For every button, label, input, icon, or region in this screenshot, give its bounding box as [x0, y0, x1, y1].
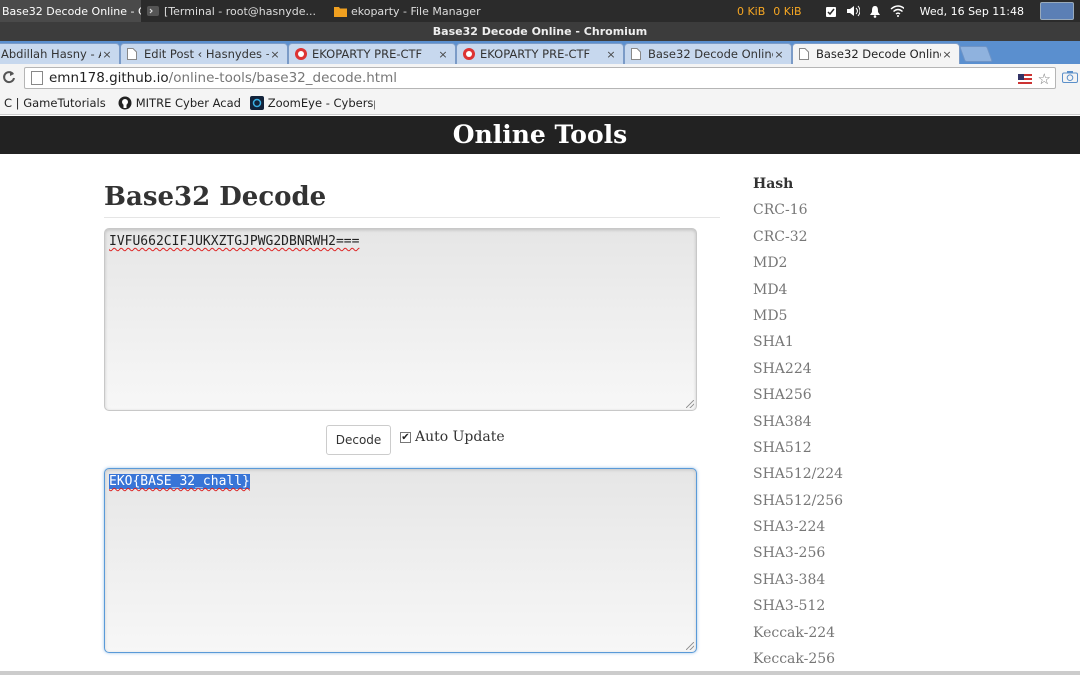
sidebar-item-sha224[interactable]: SHA224 [753, 359, 953, 385]
page-title: Base32 Decode [104, 182, 327, 212]
os-taskbar: Base32 Decode Online - Ch... [Terminal -… [0, 0, 1080, 22]
sidebar-item-sha512-224[interactable]: SHA512/224 [753, 464, 953, 490]
sidebar-item-md2[interactable]: MD2 [753, 253, 953, 279]
sidebar-item-crc-32[interactable]: CRC-32 [753, 227, 953, 253]
tab-ekoparty-1[interactable]: EKOPARTY PRE-CTF × [288, 43, 456, 64]
sidebar-item-sha384[interactable]: SHA384 [753, 412, 953, 438]
auto-update-option[interactable]: ✔ Auto Update [400, 429, 505, 445]
sidebar-heading: Hash [753, 176, 794, 192]
tab-label: EKOPARTY PRE-CTF [312, 47, 423, 61]
url-path: /online-tools/base32_decode.html [168, 70, 397, 86]
sidebar-item-md5[interactable]: MD5 [753, 306, 953, 332]
ekoparty-icon [463, 48, 475, 60]
tab-abdillah[interactable]: Abdillah Hasny - Abd × [0, 43, 120, 64]
bookmark-gametutorials[interactable]: C | GameTutorials [4, 96, 106, 110]
tab-close-icon[interactable]: × [605, 48, 617, 61]
notification-bell-icon[interactable] [868, 4, 882, 18]
window-title: Base32 Decode Online - Chromium [0, 22, 1080, 41]
sidebar-item-keccak-224[interactable]: Keccak-224 [753, 623, 953, 649]
tab-close-icon[interactable]: × [269, 48, 281, 61]
output-text: EKO{BASE_32_chall} [109, 474, 250, 489]
bookmark-star-icon[interactable]: ☆ [1038, 70, 1051, 88]
page-bottom-border [0, 671, 1080, 675]
title-divider [104, 217, 720, 218]
omnibox-actions: ☆ [1017, 70, 1051, 88]
tab-label: Abdillah Hasny - Abd [1, 47, 101, 61]
bookmark-mitre[interactable]: MITRE Cyber Acader [118, 96, 240, 110]
page-icon [127, 48, 139, 60]
net-up-indicator: 0 KiB [773, 4, 802, 18]
tab-close-icon[interactable]: × [437, 48, 449, 61]
page-icon [631, 48, 643, 60]
input-text: IVFU662CIFJUKXZTGJPWG2DBNRWH2=== [109, 234, 360, 249]
decode-button[interactable]: Decode [326, 425, 391, 455]
ekoparty-icon [295, 48, 307, 60]
tab-base32-active[interactable]: Base32 Decode Online × [792, 43, 960, 64]
tab-close-icon[interactable]: × [941, 48, 953, 61]
new-tab-button[interactable] [959, 46, 993, 62]
page-icon [31, 71, 43, 85]
sidebar-item-sha3-256[interactable]: SHA3-256 [753, 543, 953, 569]
taskbar-item-label: ekoparty - File Manager [350, 4, 481, 18]
tab-close-icon[interactable]: × [101, 48, 113, 61]
tab-ekoparty-2[interactable]: EKOPARTY PRE-CTF × [456, 43, 624, 64]
bookmark-label: C | GameTutorials [4, 96, 106, 110]
tab-edit-post[interactable]: Edit Post ‹ Hasnydes — × [120, 43, 288, 64]
bookmark-label: MITRE Cyber Acader [135, 96, 240, 110]
tab-close-icon[interactable]: × [773, 48, 785, 61]
sidebar-item-sha3-224[interactable]: SHA3-224 [753, 517, 953, 543]
bookmark-zoomeye[interactable]: ZoomEye - Cyberspa [249, 96, 375, 110]
update-icon[interactable] [824, 4, 838, 18]
reload-icon[interactable] [0, 69, 18, 88]
auto-update-label: Auto Update [415, 429, 505, 445]
camera-icon[interactable] [1062, 70, 1078, 84]
url-host: emn178.github.io [49, 70, 169, 86]
sidebar-item-sha3-384[interactable]: SHA3-384 [753, 570, 953, 596]
sidebar: Hash CRC-16 CRC-32 MD2 MD4 MD5 SHA1 SHA2… [753, 174, 953, 675]
tab-label: Base32 Decode Online [816, 47, 941, 61]
terminal-icon [147, 5, 159, 17]
resize-grip-icon[interactable] [686, 400, 694, 408]
net-down-indicator: 0 KiB [736, 4, 766, 18]
browser-toolbar: emn178.github.io /online-tools/base32_de… [0, 64, 1080, 92]
page-icon [799, 48, 811, 60]
sidebar-item-md4[interactable]: MD4 [753, 280, 953, 306]
taskbar-item-label: [Terminal - root@hasnyde... [164, 4, 316, 18]
taskbar-item-file-manager[interactable]: ekoparty - File Manager [328, 0, 487, 22]
bookmark-label: ZoomEye - Cyberspa [267, 96, 375, 110]
us-flag-icon[interactable] [1017, 74, 1032, 84]
taskbar-item-terminal[interactable]: [Terminal - root@hasnyde... [141, 0, 322, 22]
resize-grip-icon[interactable] [686, 642, 694, 650]
sidebar-item-sha3-512[interactable]: SHA3-512 [753, 596, 953, 622]
address-bar[interactable]: emn178.github.io /online-tools/base32_de… [24, 67, 1056, 89]
bookmarks-bar: C | GameTutorials MITRE Cyber Acader Zoo… [0, 92, 1080, 115]
volume-icon[interactable] [846, 4, 860, 18]
zoomeye-icon [249, 96, 264, 110]
folder-icon [333, 5, 347, 17]
sidebar-item-sha512-256[interactable]: SHA512/256 [753, 491, 953, 517]
tab-label: Edit Post ‹ Hasnydes — [144, 47, 269, 61]
system-tray: 0 KiB 0 KiB Wed, 16 Sep 11:48 [737, 0, 1080, 22]
output-textarea[interactable]: EKO{BASE_32_chall} [104, 468, 697, 653]
site-header[interactable]: Online Tools [0, 116, 1080, 154]
clock[interactable]: Wed, 16 Sep 11:48 [920, 5, 1024, 18]
sidebar-item-sha256[interactable]: SHA256 [753, 385, 953, 411]
sidebar-item-crc-16[interactable]: CRC-16 [753, 200, 953, 226]
user-menu-icon[interactable] [1040, 2, 1074, 20]
input-textarea[interactable]: IVFU662CIFJUKXZTGJPWG2DBNRWH2=== [104, 228, 697, 411]
github-icon [118, 96, 132, 110]
sidebar-item-sha1[interactable]: SHA1 [753, 332, 953, 358]
tab-base32-1[interactable]: Base32 Decode Online × [624, 43, 792, 64]
taskbar-item-label: Base32 Decode Online - Ch... [2, 4, 141, 18]
wifi-icon[interactable] [890, 4, 904, 18]
taskbar-item-chromium[interactable]: Base32 Decode Online - Ch... [0, 0, 141, 22]
tab-label: EKOPARTY PRE-CTF [480, 47, 591, 61]
auto-update-checkbox[interactable]: ✔ [400, 431, 411, 443]
tab-strip: Abdillah Hasny - Abd × Edit Post ‹ Hasny… [0, 41, 1080, 64]
tab-label: Base32 Decode Online [648, 47, 773, 61]
sidebar-item-sha512[interactable]: SHA512 [753, 438, 953, 464]
